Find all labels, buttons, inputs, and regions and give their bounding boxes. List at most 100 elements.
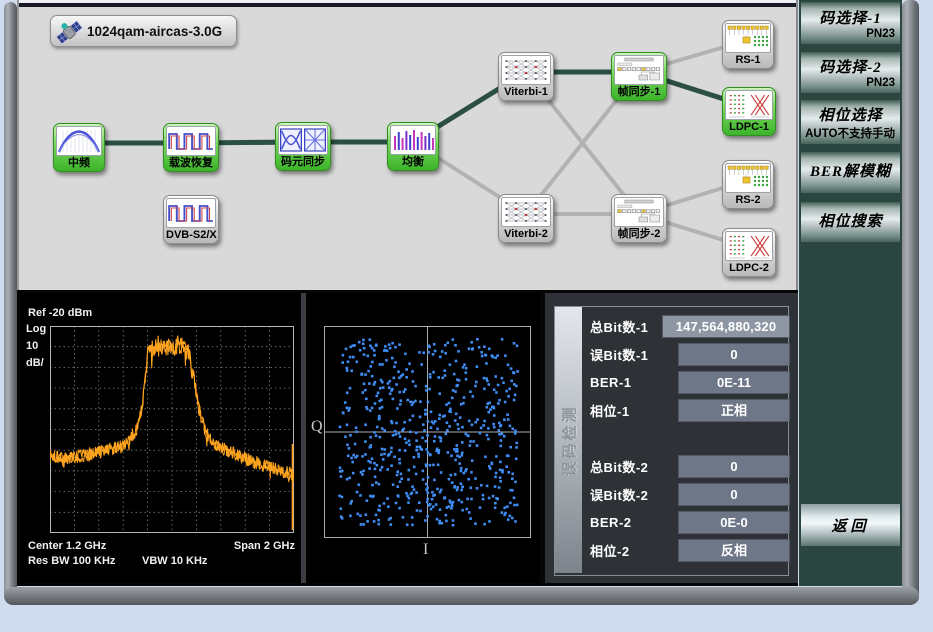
sidebar-button-label: 码选择-2 — [801, 56, 900, 77]
node-label: RS-1 — [725, 53, 771, 67]
ber-row-label: 相位-2 — [590, 541, 630, 560]
node-frame-sync-2[interactable]: 帧同步-2 — [611, 194, 667, 243]
ber-row-label: 总Bit数-1 — [590, 317, 648, 336]
node-label: Viterbi-1 — [501, 85, 551, 99]
node-label: 帧同步-1 — [614, 85, 664, 99]
spectrum-plot — [50, 326, 294, 533]
ber-row: 误Bit数-2 0 — [590, 483, 790, 506]
signal-profile-label: 1024qam-aircas-3.0G — [87, 24, 222, 39]
node-rs-1[interactable]: RS-1 — [722, 20, 774, 69]
node-label: DVB-S2/X — [166, 228, 216, 242]
ber-side-tab: 误码检测 — [555, 307, 582, 573]
square-wave-icon — [166, 198, 216, 228]
node-ldpc-2[interactable]: LDPC-2 — [722, 228, 776, 277]
frame-sync-icon — [614, 197, 664, 227]
ldpc-decoder-icon — [725, 90, 773, 120]
window-frame-right — [902, 0, 919, 604]
sidebar-button-ber-disambiguation[interactable]: BER解模糊 — [801, 152, 900, 193]
window-frame-bottom — [4, 587, 919, 605]
node-label: 均衡 — [390, 155, 436, 169]
node-label: LDPC-2 — [725, 261, 773, 275]
sidebar-button-sublabel: PN23 — [801, 28, 900, 40]
sidebar-button-phase-select[interactable]: 相位选择AUTO不支持手动 — [801, 100, 900, 144]
app-window: 1024qam-aircas-3.0G 中频 载波恢复 码元同步 均衡 DVB-S2/X… — [0, 0, 933, 632]
rbw-label: Res BW 100 KHz — [28, 555, 115, 567]
frame-sync-icon — [614, 55, 664, 85]
back-button[interactable]: 返回 — [801, 504, 900, 546]
ber-row-value: 反相 — [678, 539, 790, 562]
ber-row: 误Bit数-1 0 — [590, 343, 790, 366]
node-label: 载波恢复 — [166, 156, 216, 170]
ber-row: 总Bit数-1 147,564,880,320 — [590, 315, 790, 338]
sidebar: 码选择-1PN23码选择-2PN23相位选择AUTO不支持手动BER解模糊相位搜… — [799, 0, 902, 586]
sidebar-button-label: BER解模糊 — [801, 152, 900, 193]
ber-row: BER-2 0E-0 — [590, 511, 790, 534]
ber-row-label: BER-1 — [590, 375, 632, 390]
node-rs-2[interactable]: RS-2 — [722, 160, 774, 209]
window-frame-left — [4, 2, 17, 602]
node-carrier-recovery[interactable]: 载波恢复 — [163, 123, 219, 172]
rs-decoder-icon — [725, 23, 771, 53]
ber-row-value: 0 — [678, 455, 790, 478]
ref-level-label: Ref -20 dBm — [28, 307, 92, 319]
ber-row-value: 0 — [678, 343, 790, 366]
bottom-displays-region: Ref -20 dBm Log 10 dB/ Center 1.2 GHz Sp… — [17, 290, 798, 586]
vbw-label: VBW 10 KHz — [142, 555, 207, 567]
rs-decoder-icon — [725, 163, 771, 193]
ber-row: BER-1 0E-11 — [590, 371, 790, 394]
flowgraph-panel: 1024qam-aircas-3.0G 中频 载波恢复 码元同步 均衡 DVB-S2/X… — [17, 0, 798, 290]
ber-row-label: 误Bit数-1 — [590, 345, 648, 364]
ber-row: 总Bit数-2 0 — [590, 455, 790, 478]
trellis-icon — [501, 197, 551, 227]
node-label: RS-2 — [725, 193, 771, 207]
sidebar-button-sublabel: AUTO不支持手动 — [801, 125, 900, 141]
ber-row-label: BER-2 — [590, 515, 632, 530]
equalizer-bars-icon — [390, 125, 436, 155]
q-axis-label: Q — [311, 418, 323, 436]
ber-panel: 误码检测 总Bit数-1 147,564,880,320 误Bit数-1 0 BER-1… — [545, 293, 798, 583]
node-label: 码元同步 — [278, 155, 328, 169]
constellation-panel: Q I — [306, 293, 540, 583]
ber-row-value: 0E-0 — [678, 511, 790, 534]
sidebar-button-label: 相位选择 — [801, 104, 900, 125]
sidebar-button-sublabel: PN23 — [801, 77, 900, 89]
ber-row-value: 0 — [678, 483, 790, 506]
node-if-input[interactable]: 中频 — [53, 123, 105, 172]
node-dvb-s2x[interactable]: DVB-S2/X — [163, 195, 219, 244]
center-freq-label: Center 1.2 GHz — [28, 540, 106, 552]
ber-row-label: 总Bit数-2 — [590, 457, 648, 476]
signal-profile-button[interactable]: 1024qam-aircas-3.0G — [50, 15, 237, 47]
square-wave-icon — [166, 126, 216, 156]
filter-response-icon — [56, 126, 102, 156]
sidebar-button-code-select-1[interactable]: 码选择-1PN23 — [801, 2, 900, 44]
constellation-plot — [324, 326, 531, 538]
i-axis-label: I — [423, 541, 428, 559]
sidebar-button-label: 码选择-1 — [801, 7, 900, 28]
node-label: 帧同步-2 — [614, 227, 664, 241]
eye-diagram-icon — [278, 125, 328, 155]
ber-row-value: 正相 — [678, 399, 790, 422]
log-scale-label: Log 10 dB/ — [26, 321, 46, 372]
ber-row-label: 相位-1 — [590, 401, 630, 420]
ber-side-tab-label: 误码检测 — [558, 404, 579, 476]
sidebar-button-code-select-2[interactable]: 码选择-2PN23 — [801, 52, 900, 93]
node-label: LDPC-1 — [725, 120, 773, 134]
node-viterbi-2[interactable]: Viterbi-2 — [498, 194, 554, 243]
ber-row: 相位-1 正相 — [590, 399, 790, 422]
ber-row-label: 误Bit数-2 — [590, 485, 648, 504]
node-label: Viterbi-2 — [501, 227, 551, 241]
sidebar-button-phase-search[interactable]: 相位搜索 — [801, 202, 900, 242]
node-symbol-sync[interactable]: 码元同步 — [275, 122, 331, 171]
node-viterbi-1[interactable]: Viterbi-1 — [498, 52, 554, 101]
node-equalizer[interactable]: 均衡 — [387, 122, 439, 171]
top-border-line — [19, 3, 796, 7]
node-ldpc-1[interactable]: LDPC-1 — [722, 87, 776, 136]
ber-row-value: 0E-11 — [678, 371, 790, 394]
node-frame-sync-1[interactable]: 帧同步-1 — [611, 52, 667, 101]
satellite-icon — [54, 17, 84, 47]
trellis-icon — [501, 55, 551, 85]
ber-row-value: 147,564,880,320 — [662, 315, 790, 338]
spectrum-analyzer-panel: Ref -20 dBm Log 10 dB/ Center 1.2 GHz Sp… — [20, 293, 301, 583]
ldpc-decoder-icon — [725, 231, 773, 261]
node-label: 中频 — [56, 156, 102, 170]
